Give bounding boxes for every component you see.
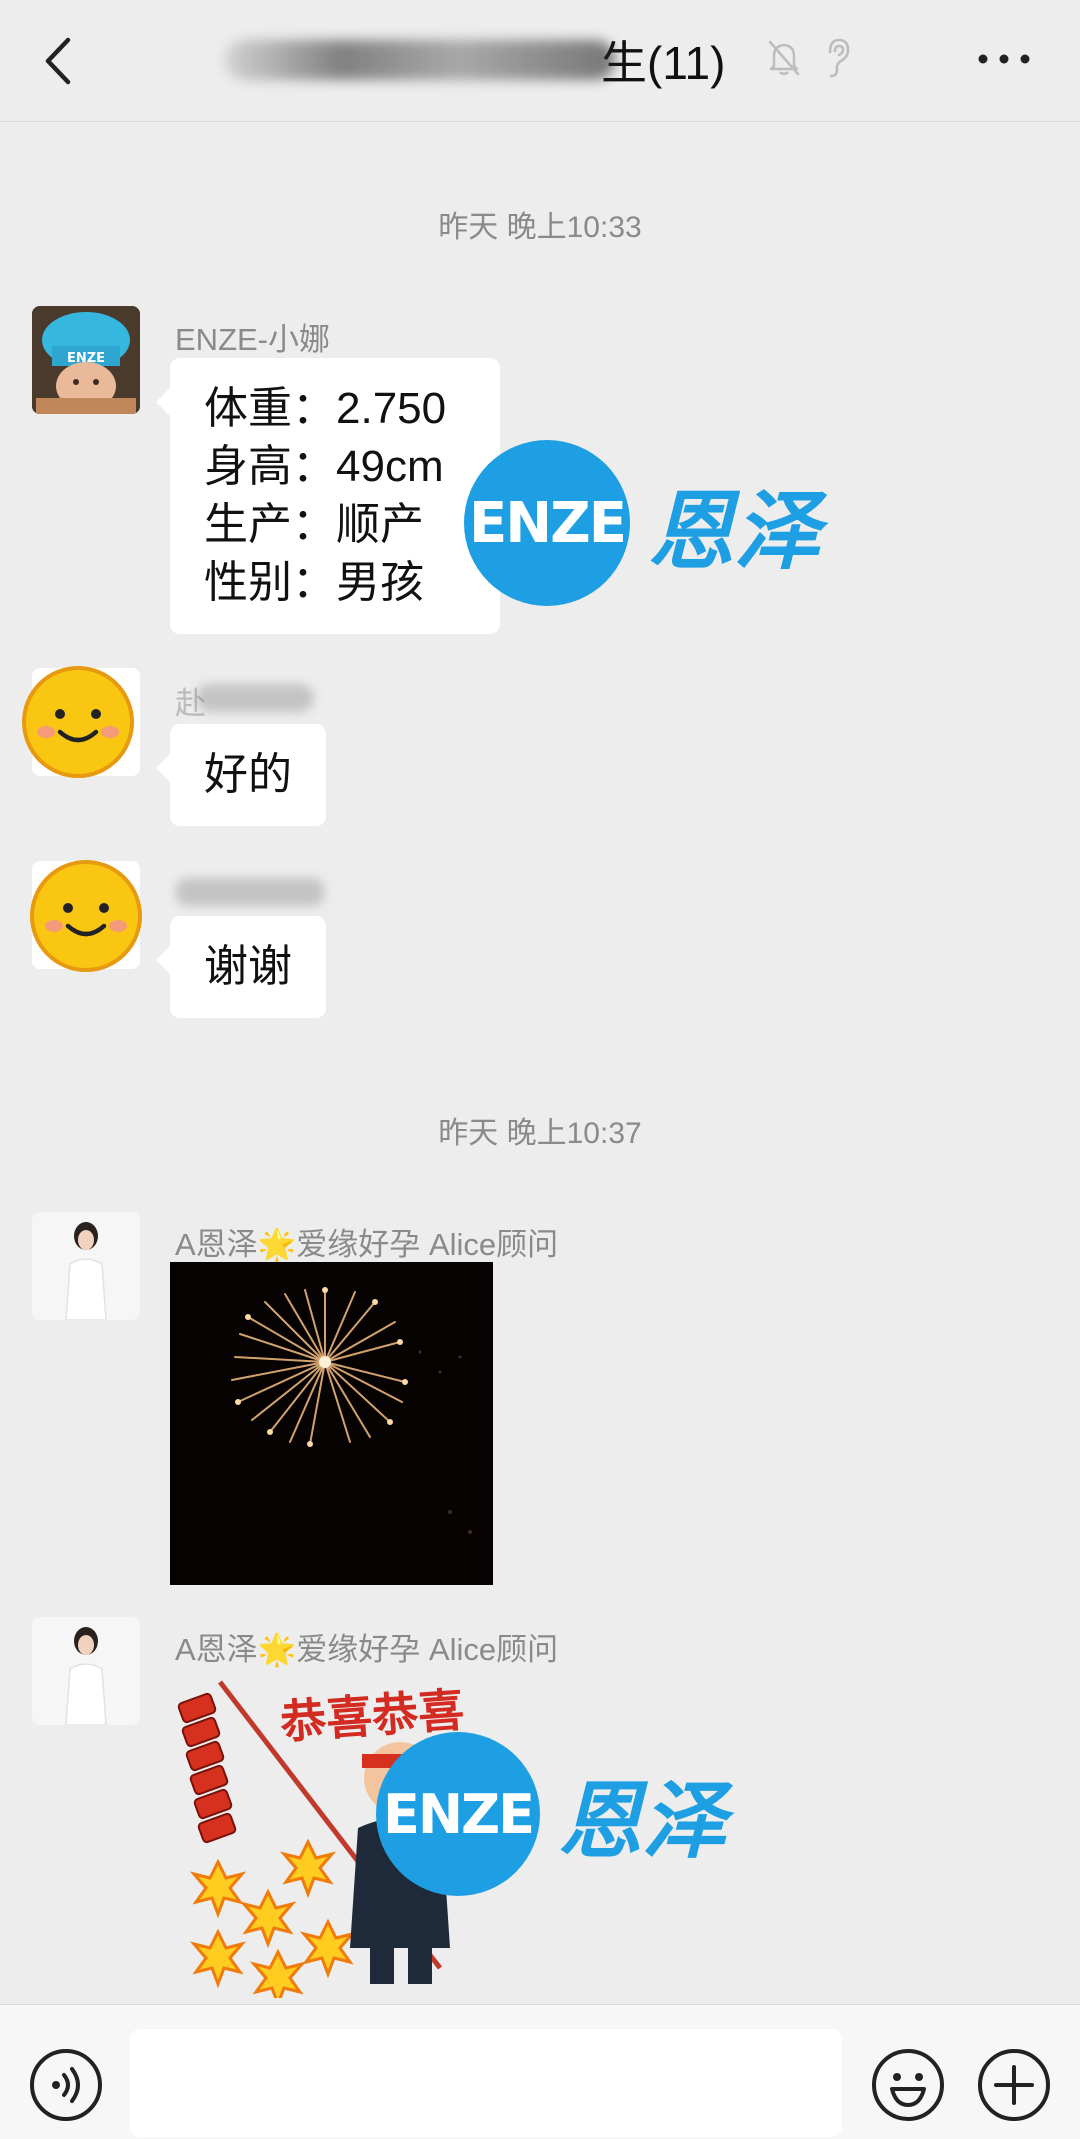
message-line: 性别：男孩 bbox=[204, 558, 424, 607]
enze-watermark: ENZE 恩泽 bbox=[464, 440, 820, 606]
back-chevron-icon[interactable] bbox=[38, 34, 78, 88]
sender-name-redaction-blur bbox=[196, 684, 314, 712]
smiley-face-icon bbox=[22, 666, 134, 778]
message-line: 体重：2.750 bbox=[204, 384, 447, 433]
enze-watermark: ENZE 恩泽 bbox=[376, 1732, 726, 1896]
emoji-icon[interactable] bbox=[870, 2047, 946, 2123]
woman-portrait-avatar-image bbox=[32, 1212, 140, 1320]
timestamp: 昨天 晚上10:37 bbox=[438, 1117, 642, 1150]
avatar-enze-xiaona[interactable]: ENZE bbox=[32, 306, 140, 414]
sender-name: ENZE-小娜 bbox=[175, 322, 330, 357]
fireworks-photo[interactable] bbox=[170, 1262, 493, 1585]
fireworks-image bbox=[170, 1262, 493, 1585]
mute-bell-icon bbox=[768, 40, 800, 76]
voice-icon[interactable] bbox=[28, 2047, 104, 2123]
enze-logo-circle: ENZE bbox=[376, 1732, 540, 1896]
enze-logo-text: 恩泽 bbox=[558, 1770, 727, 1870]
chat-title-text: 生(11) bbox=[601, 37, 726, 89]
earpiece-icon bbox=[828, 38, 850, 78]
smiley-face-icon bbox=[30, 860, 142, 972]
baby-chef-avatar-image: ENZE bbox=[32, 306, 140, 414]
title-redaction-blur bbox=[225, 40, 615, 80]
sender-name: A恩泽🌟爱缘好孕 Alice顾问 bbox=[175, 1632, 559, 1667]
sender-name: A恩泽🌟爱缘好孕 Alice顾问 bbox=[175, 1227, 559, 1262]
message-bubble[interactable]: 体重：2.750 身高：49cm 生产：顺产 性别：男孩 bbox=[156, 358, 500, 634]
message-line: 生产：顺产 bbox=[204, 500, 424, 549]
avatar-alice[interactable] bbox=[32, 1212, 140, 1320]
more-dots-icon[interactable] bbox=[976, 52, 1032, 66]
woman-portrait-avatar-image bbox=[32, 1617, 140, 1725]
message-line: 身高：49cm bbox=[204, 442, 444, 491]
message-bubble[interactable]: 好的 bbox=[156, 724, 326, 826]
plus-icon[interactable] bbox=[976, 2047, 1052, 2123]
input-bar bbox=[0, 2004, 1080, 2139]
enze-logo-text: 恩泽 bbox=[648, 480, 820, 582]
message-input[interactable] bbox=[130, 2029, 842, 2137]
chat-title: 生(11) bbox=[225, 28, 725, 92]
timestamp: 昨天 晚上10:33 bbox=[438, 211, 642, 244]
enze-logo-circle: ENZE bbox=[464, 440, 630, 606]
sender-name-redaction-blur bbox=[175, 878, 325, 906]
chat-header: 生(11) bbox=[0, 0, 1080, 122]
message-bubble[interactable]: 谢谢 bbox=[156, 916, 326, 1018]
avatar-alice[interactable] bbox=[32, 1617, 140, 1725]
